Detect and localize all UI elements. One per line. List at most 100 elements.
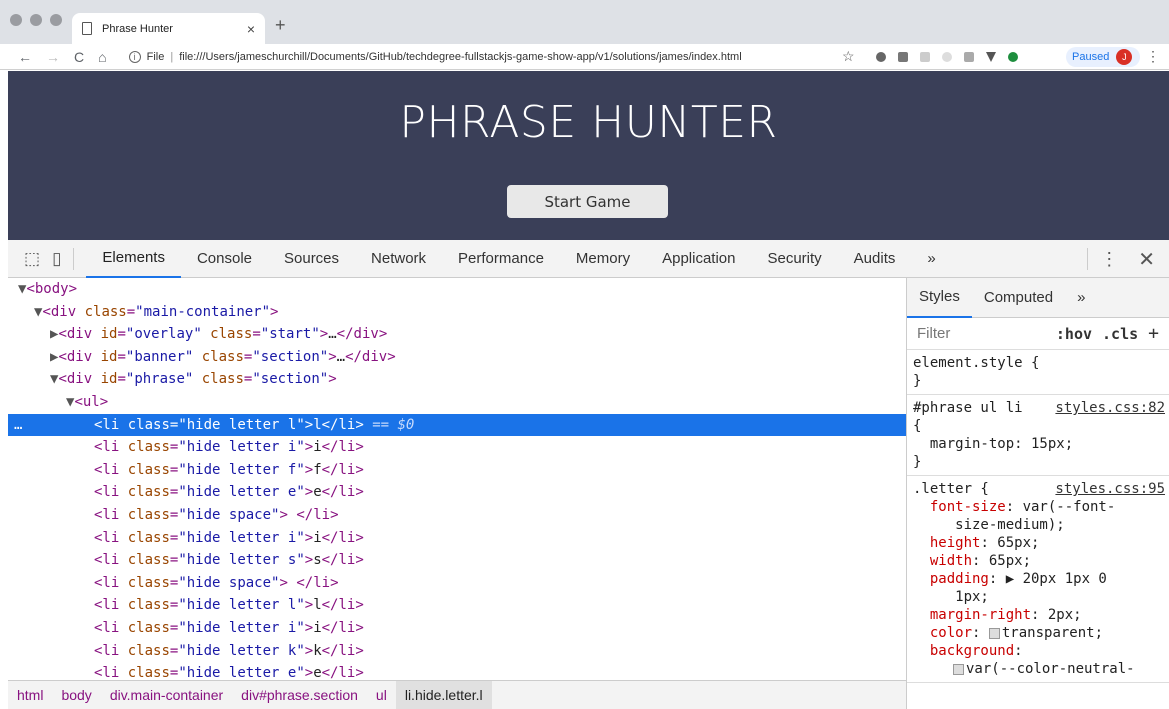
dom-node-line[interactable]: <li class="hide letter f">f</li> xyxy=(8,459,906,482)
css-property-name: width xyxy=(913,553,973,569)
styles-tab-more[interactable]: » xyxy=(1065,278,1097,318)
element-style-rule[interactable]: element.style { } xyxy=(907,350,1169,395)
more-tabs-button[interactable]: » xyxy=(911,240,951,278)
css-property-value[interactable]: var(--color-neutral- xyxy=(913,660,1163,678)
color-swatch[interactable] xyxy=(953,663,964,675)
breadcrumb-item[interactable]: ul xyxy=(367,687,396,703)
rule-selector: #phrase ul li xyxy=(913,400,1023,416)
tab-performance[interactable]: Performance xyxy=(442,240,560,278)
close-tab-icon[interactable]: × xyxy=(247,21,255,37)
url-text[interactable]: file:///Users/jameschurchill/Documents/G… xyxy=(179,51,741,63)
breadcrumb-item[interactable]: div.main-container xyxy=(101,687,232,703)
dom-node-line[interactable]: ▼<ul> xyxy=(8,391,906,414)
color-swatch[interactable] xyxy=(988,627,1000,639)
close-devtools-icon[interactable]: ✕ xyxy=(1138,247,1155,272)
css-property[interactable]: width: 65px; xyxy=(913,552,1163,570)
url-separator: | xyxy=(170,50,174,63)
rule-source-link[interactable]: styles.css:95 xyxy=(1055,480,1165,498)
css-property-name: margin-right xyxy=(913,607,1032,623)
css-property[interactable]: color: transparent; xyxy=(913,624,1163,642)
breadcrumb-item[interactable]: div#phrase.section xyxy=(232,687,367,703)
dom-node-line[interactable]: <li class="hide letter i">i</li> xyxy=(8,617,906,640)
profile-button[interactable]: Paused J xyxy=(1066,47,1140,67)
css-property[interactable]: font-size: var(--font- size-medium); xyxy=(913,498,1163,534)
dom-node-line[interactable]: <li class="hide letter i">i</li> xyxy=(8,527,906,550)
home-icon[interactable]: ⌂ xyxy=(98,49,106,65)
styles-filter-bar: Filter :hov .cls + xyxy=(907,318,1169,350)
back-icon[interactable]: ← xyxy=(18,49,32,65)
styles-filter-input[interactable]: Filter xyxy=(917,325,1056,342)
toolbar-divider xyxy=(73,247,75,270)
rule-source-link[interactable]: styles.css:82 xyxy=(1055,399,1165,417)
phrase-li-rule[interactable]: #phrase ul li styles.css:82{ margin-top:… xyxy=(907,395,1169,476)
elements-tree[interactable]: ▼<body> ▼<div class="main-container"> ▶<di… xyxy=(8,278,906,680)
extension-icon[interactable] xyxy=(942,52,952,62)
browser-tab[interactable]: Phrase Hunter × xyxy=(72,13,265,44)
dom-node-line[interactable]: <li class="hide letter s">s</li> xyxy=(8,549,906,572)
css-property[interactable]: background: xyxy=(913,642,1163,660)
reload-icon[interactable]: C xyxy=(74,49,84,65)
extension-icon[interactable] xyxy=(898,52,908,62)
extension-icon[interactable] xyxy=(876,52,886,62)
css-property[interactable]: margin-right: 2px; xyxy=(913,606,1163,624)
rule-body: { margin-top: 15px; } xyxy=(913,418,1074,470)
hover-state-toggle[interactable]: :hov xyxy=(1056,325,1092,343)
dom-node-line[interactable]: ▶<div id="overlay" class="start">…</div> xyxy=(8,323,906,346)
bookmark-star-icon[interactable]: ☆ xyxy=(842,48,855,65)
tab-security[interactable]: Security xyxy=(751,240,837,278)
start-game-button[interactable]: Start Game xyxy=(507,185,668,218)
paused-label: Paused xyxy=(1072,51,1110,63)
zoom-window-dot[interactable] xyxy=(50,14,62,26)
dom-node-line[interactable]: ▶<div id="banner" class="section">…</div… xyxy=(8,346,906,369)
breadcrumb-item[interactable]: html xyxy=(8,687,52,703)
extension-icon[interactable] xyxy=(986,52,996,62)
letter-rule[interactable]: .letter {styles.css:95 font-size: var(--… xyxy=(907,476,1169,683)
tab-console[interactable]: Console xyxy=(181,240,268,278)
dom-node-line[interactable]: <li class="hide letter l">l</li> xyxy=(8,594,906,617)
dom-node-line[interactable]: <li class="hide letter e">e</li> xyxy=(8,662,906,680)
close-window-dot[interactable] xyxy=(10,14,22,26)
breadcrumb-item[interactable]: body xyxy=(52,687,100,703)
breadcrumb-item[interactable]: li.hide.letter.l xyxy=(395,681,492,709)
dom-node-line[interactable]: <li class="hide letter e">e</li> xyxy=(8,481,906,504)
dom-node-line[interactable]: <li class="hide letter i">i</li> xyxy=(8,436,906,459)
css-property-name: height xyxy=(913,535,981,551)
forward-icon[interactable]: → xyxy=(46,49,60,65)
dom-node-line[interactable]: <li class="hide space"> </li> xyxy=(8,504,906,527)
tab-audits[interactable]: Audits xyxy=(838,240,912,278)
info-icon[interactable]: i xyxy=(128,50,141,63)
dom-node-line[interactable]: <li class="hide space"> </li> xyxy=(8,572,906,595)
tab-elements[interactable]: Elements xyxy=(86,240,181,278)
tab-strip: Phrase Hunter × + xyxy=(0,0,1169,44)
styles-tab-computed[interactable]: Computed xyxy=(972,278,1065,318)
styles-pane: Styles Computed» Filter :hov .cls + eleme… xyxy=(906,278,1169,709)
styles-tab-styles[interactable]: Styles xyxy=(907,278,972,318)
address-bar: ← → C ⌂ i File | file:///Users/jameschur… xyxy=(0,44,1169,70)
dom-node-line[interactable]: <li class="hide letter k">k</li> xyxy=(8,640,906,663)
extension-icon[interactable] xyxy=(964,52,974,62)
new-rule-button[interactable]: + xyxy=(1148,323,1159,344)
css-property[interactable]: height: 65px; xyxy=(913,534,1163,552)
page-title: PHRASE HUNTER xyxy=(399,97,778,148)
extension-icon[interactable] xyxy=(920,52,930,62)
css-property[interactable]: padding: ▶ 20px 1px 0 1px; xyxy=(913,570,1163,606)
document-icon xyxy=(82,22,92,35)
dom-node-line[interactable]: ▼<body> xyxy=(8,278,906,301)
tab-memory[interactable]: Memory xyxy=(560,240,646,278)
minimize-window-dot[interactable] xyxy=(30,14,42,26)
browser-menu-icon[interactable]: ⋮ xyxy=(1146,48,1160,65)
page-banner: PHRASE HUNTER Start Game xyxy=(8,71,1169,240)
new-tab-button[interactable]: + xyxy=(275,15,286,36)
tab-network[interactable]: Network xyxy=(355,240,442,278)
tab-sources[interactable]: Sources xyxy=(268,240,355,278)
tab-application[interactable]: Application xyxy=(646,240,751,278)
grammarly-icon[interactable] xyxy=(1008,52,1018,62)
inspect-element-icon[interactable]: ⬚ xyxy=(24,249,40,269)
devtools-tabs: Elements Console Sources Network Performance… xyxy=(86,240,911,278)
class-toggle[interactable]: .cls xyxy=(1102,325,1138,343)
devtools-menu-icon[interactable]: ⋮ xyxy=(1100,249,1118,270)
dom-node-line[interactable]: ▼<div class="main-container"> xyxy=(8,301,906,324)
dom-node-line[interactable]: ▼<div id="phrase" class="section"> xyxy=(8,368,906,391)
dom-node-line[interactable]: … <li class="hide letter l">l</li> == $0 xyxy=(8,413,906,437)
device-toolbar-icon[interactable]: ▯ xyxy=(52,249,61,269)
